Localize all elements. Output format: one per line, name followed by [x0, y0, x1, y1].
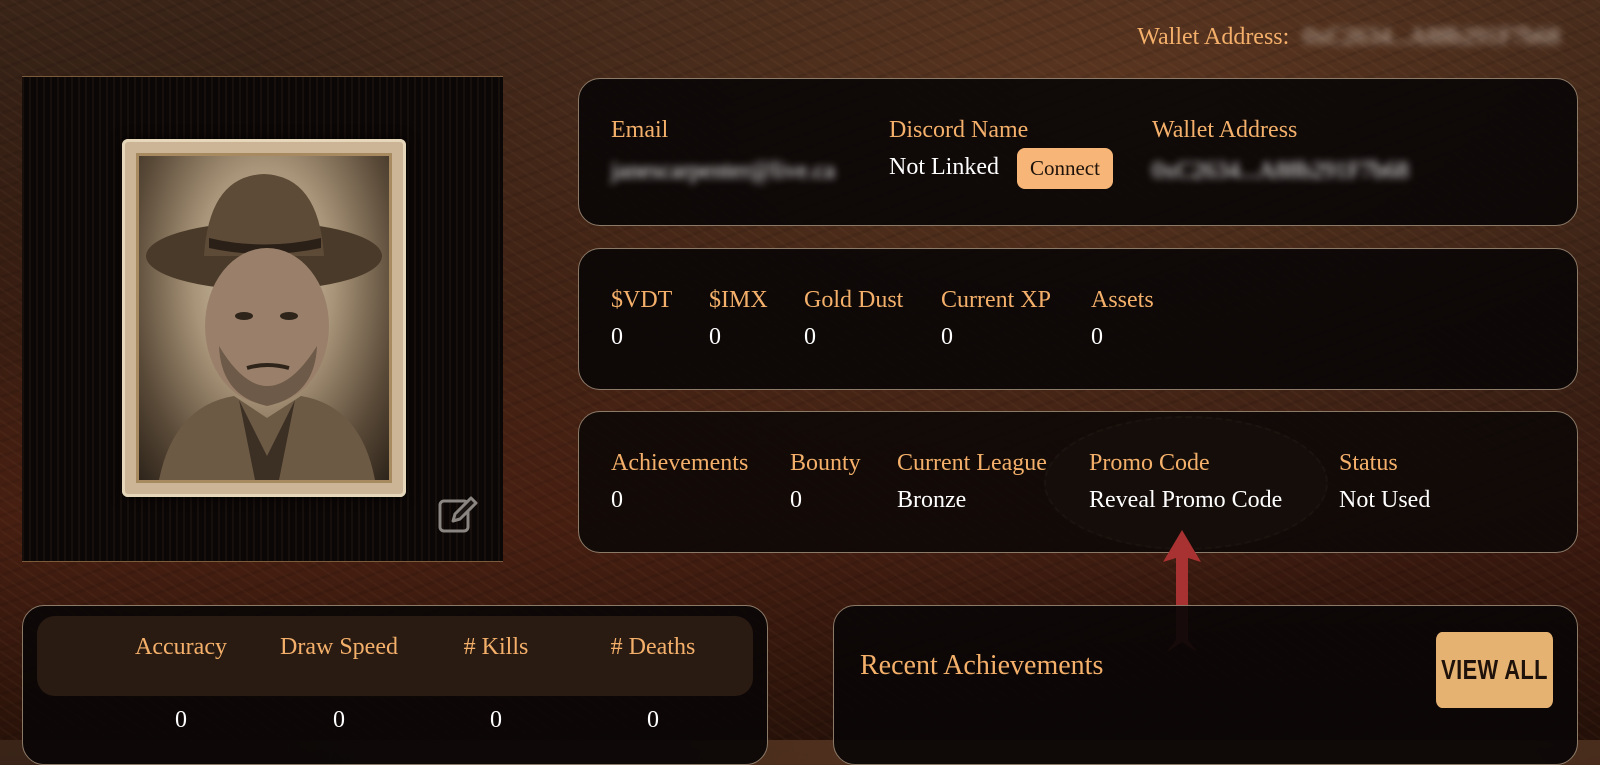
view-all-button[interactable]: VIEW ALL — [1436, 632, 1553, 708]
progress-item: Promo Code Reveal Promo Code — [1089, 450, 1282, 514]
top-wallet-label: Wallet Address: — [1137, 24, 1290, 50]
gold-dust-value: 0 — [804, 324, 816, 350]
account-info-card: Email janescarpenter@live.ca Discord Nam… — [578, 78, 1578, 226]
combat-stats-card: Accuracy 0 Draw Speed 0 # Kills 0 # Deat… — [22, 605, 768, 765]
kills-label: # Kills — [463, 634, 529, 660]
currency-item: $VDT 0 — [611, 287, 672, 351]
current-xp-label: Current XP — [941, 287, 1051, 313]
progress-item: Bounty 0 — [790, 450, 861, 514]
top-wallet-value: 0xC2634...A88b291F7b68 — [1303, 24, 1560, 50]
connect-button[interactable]: Connect — [1016, 148, 1113, 189]
kills-value: 0 — [490, 707, 502, 733]
profile-portrait-panel — [22, 76, 503, 562]
vdt-value: 0 — [611, 324, 623, 350]
current-xp-value: 0 — [941, 324, 953, 350]
reveal-promo-code-link[interactable]: Reveal Promo Code — [1089, 487, 1282, 514]
progress-item: Achievements 0 — [611, 450, 748, 514]
progress-card: Achievements 0 Bounty 0 Current League B… — [578, 411, 1578, 553]
stat-kills: # Kills 0 — [421, 634, 571, 734]
currency-item: Gold Dust 0 — [804, 287, 903, 351]
imx-label: $IMX — [709, 287, 768, 313]
deaths-label: # Deaths — [610, 634, 696, 660]
accuracy-label: Accuracy — [135, 634, 227, 660]
gold-dust-label: Gold Dust — [804, 287, 904, 313]
wallet-label: Wallet Address — [1152, 117, 1298, 143]
progress-item: Status Not Used — [1339, 450, 1430, 514]
currency-item: Current XP 0 — [941, 287, 1051, 351]
promo-code-label: Promo Code — [1089, 450, 1210, 476]
achievements-value: 0 — [611, 487, 623, 513]
bounty-label: Bounty — [790, 450, 861, 476]
current-league-label: Current League — [897, 450, 1047, 476]
status-label: Status — [1339, 450, 1398, 476]
email-field: Email janescarpenter@live.ca — [611, 117, 835, 185]
discord-field: Discord Name Not Linked Connect — [889, 117, 1113, 189]
top-wallet-address: Wallet Address: 0xC2634...A88b291F7b68 — [1137, 24, 1560, 51]
currency-item: $IMX 0 — [709, 287, 768, 351]
portrait-frame — [122, 139, 406, 497]
draw-speed-value: 0 — [333, 707, 345, 733]
recent-achievements-card: Recent Achievements VIEW ALL — [833, 605, 1578, 765]
cowboy-portrait-image — [146, 174, 382, 480]
deaths-value: 0 — [647, 707, 659, 733]
currency-card: $VDT 0 $IMX 0 Gold Dust 0 Current XP 0 A… — [578, 248, 1578, 390]
discord-label: Discord Name — [889, 117, 1029, 143]
progress-item: Current League Bronze — [897, 450, 1047, 514]
achievements-label: Achievements — [611, 450, 749, 476]
draw-speed-label: Draw Speed — [280, 634, 398, 660]
stat-deaths: # Deaths 0 — [578, 634, 728, 734]
wallet-value: 0xC2634...A88b291F7b68 — [1152, 158, 1409, 184]
imx-value: 0 — [709, 324, 721, 350]
recent-achievements-title: Recent Achievements — [860, 650, 1104, 681]
assets-value: 0 — [1091, 324, 1103, 350]
stat-draw-speed: Draw Speed 0 — [264, 634, 414, 734]
discord-value: Not Linked — [889, 154, 999, 181]
assets-label: Assets — [1091, 287, 1154, 313]
status-value: Not Used — [1339, 487, 1431, 513]
edit-pencil-icon[interactable] — [437, 493, 479, 535]
vdt-label: $VDT — [611, 287, 673, 313]
currency-item: Assets 0 — [1091, 287, 1154, 351]
email-label: Email — [611, 117, 669, 143]
stat-accuracy: Accuracy 0 — [106, 634, 256, 734]
email-value: janescarpenter@live.ca — [611, 158, 835, 184]
accuracy-value: 0 — [175, 707, 187, 733]
wallet-field: Wallet Address 0xC2634...A88b291F7b68 — [1152, 117, 1409, 185]
bounty-value: 0 — [790, 487, 802, 513]
avatar — [136, 153, 392, 483]
current-league-value: Bronze — [897, 487, 967, 513]
